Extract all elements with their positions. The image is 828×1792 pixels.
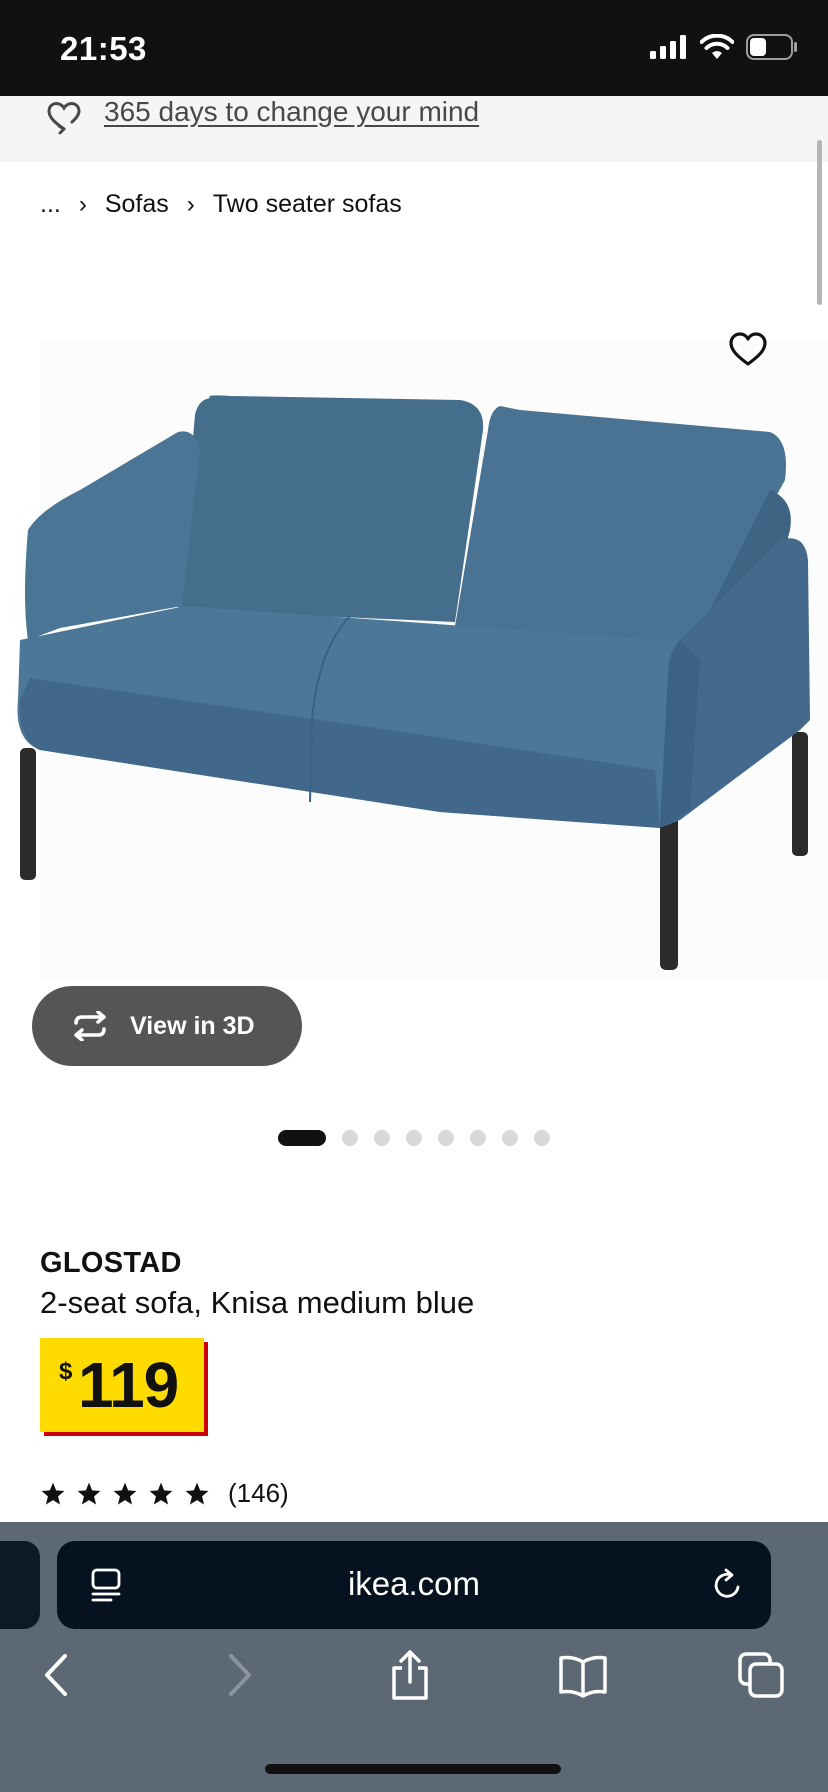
breadcrumb-item-two-seater-sofas[interactable]: Two seater sofas — [213, 190, 402, 219]
price-tag: $ 119 — [40, 1338, 204, 1432]
breadcrumb-separator: › — [186, 190, 195, 218]
star-icon — [149, 1482, 173, 1505]
carousel-dot[interactable] — [342, 1130, 358, 1146]
carousel-dots — [278, 1130, 550, 1146]
breadcrumb-separator: › — [78, 190, 87, 218]
address-bar[interactable]: ikea.com — [57, 1541, 771, 1629]
breadcrumb: ... › Sofas › Two seater sofas — [40, 190, 402, 219]
carousel-dot[interactable] — [534, 1130, 550, 1146]
url-text: ikea.com — [347, 1565, 481, 1602]
view-in-3d-button[interactable]: View in 3D — [32, 986, 302, 1066]
status-bar: 21:53 — [0, 0, 828, 96]
star-icon — [77, 1482, 101, 1505]
share-icon[interactable] — [385, 1650, 435, 1700]
status-icons — [650, 34, 798, 60]
price-value: 119 — [78, 1349, 179, 1421]
status-time: 21:53 — [60, 30, 147, 67]
refresh-heart-icon — [47, 101, 81, 135]
home-indicator[interactable] — [265, 1764, 561, 1774]
product-name: GLOSTAD — [40, 1247, 182, 1279]
breadcrumb-ellipsis[interactable]: ... — [40, 190, 61, 219]
scrollbar[interactable] — [817, 140, 822, 305]
carousel-dot[interactable] — [438, 1130, 454, 1146]
view-in-3d-label: View in 3D — [130, 1011, 255, 1040]
tabs-icon[interactable] — [736, 1650, 786, 1700]
heart-icon[interactable] — [728, 330, 768, 370]
product-description: 2-seat sofa, Knisa medium blue — [40, 1285, 475, 1320]
carousel-dot[interactable] — [374, 1130, 390, 1146]
wifi-icon — [700, 34, 734, 59]
breadcrumb-item-sofas[interactable]: Sofas — [105, 190, 169, 219]
browser-toolbar — [0, 1650, 828, 1710]
product-image[interactable] — [0, 340, 828, 980]
promo-link[interactable]: 365 days to change your mind — [104, 96, 479, 128]
carousel-dot[interactable] — [470, 1130, 486, 1146]
promo-banner: 365 days to change your mind — [0, 96, 828, 162]
review-count: (146) — [228, 1478, 289, 1508]
forward-icon[interactable] — [212, 1650, 262, 1700]
price-currency: $ — [59, 1358, 73, 1385]
carousel-dot[interactable] — [502, 1130, 518, 1146]
carousel-dot[interactable] — [406, 1130, 422, 1146]
carousel-dot[interactable] — [278, 1130, 326, 1146]
star-icon — [185, 1482, 209, 1505]
star-icon — [41, 1482, 65, 1505]
battery-icon — [746, 34, 797, 60]
rotate-3d-icon — [74, 1011, 106, 1041]
star-icon — [113, 1482, 137, 1505]
cellular-signal-icon — [650, 35, 686, 59]
rating[interactable]: (146) — [40, 1478, 289, 1509]
previous-tab-peek[interactable] — [0, 1541, 40, 1629]
bookmarks-icon[interactable] — [558, 1650, 608, 1700]
back-icon[interactable] — [34, 1650, 84, 1700]
reload-icon[interactable] — [711, 1567, 745, 1603]
